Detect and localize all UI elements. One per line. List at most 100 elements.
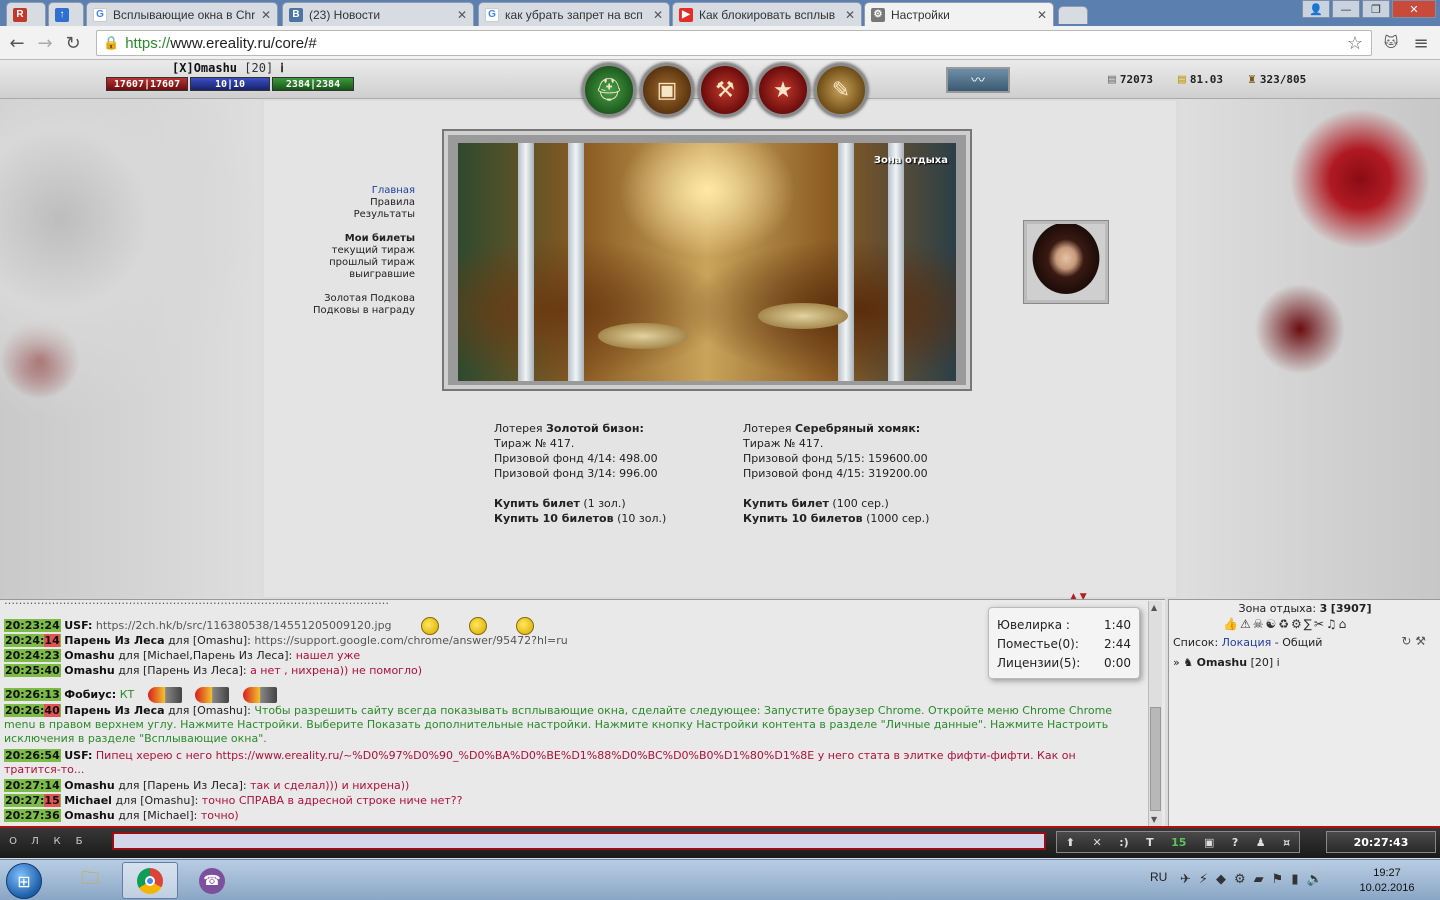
book-icon[interactable]: ✎ [814, 63, 868, 117]
tab-settings[interactable]: ⚙ Настройки ✕ [864, 2, 1054, 26]
silver-amount: ▤ 72073 [1108, 72, 1153, 87]
chrome-taskbar-icon[interactable] [122, 862, 178, 899]
chat-scroll-thumb[interactable] [1150, 707, 1161, 811]
user-icon[interactable]: ♟ [1256, 836, 1266, 849]
system-clock[interactable]: 19:27 10.02.2016 [1356, 866, 1418, 896]
buy-ticket-gold-button[interactable]: Купить билет [494, 497, 580, 510]
zone-header: Зона отдыха: 3 [3907] [1238, 602, 1372, 615]
bookmark-arrow-icon: ↑ [55, 7, 69, 22]
chat-scrollbar[interactable]: ▲ ▼ [1148, 601, 1162, 827]
user-list-item[interactable]: » ♞ Omashu [20] ⅰ [1173, 656, 1280, 669]
chat-line: 20:26:54 USF: Пипец херею с него https:/… [4, 749, 1076, 776]
minimize-button[interactable]: — [1332, 0, 1360, 18]
tab-close-icon[interactable]: ✕ [845, 8, 855, 22]
info-icon[interactable]: ⅰ [1277, 656, 1280, 669]
tab-bookmark-pinned[interactable]: ↑ [48, 2, 84, 26]
close-window-button[interactable]: ✕ [1392, 0, 1436, 18]
browser-toolbar: ← → ↻ 🔒 https:// www.ereality.ru/core/# … [0, 26, 1440, 60]
tools-icon[interactable]: ⚒ [698, 63, 752, 117]
smiley-gun-icon [147, 687, 182, 703]
tab-youtube[interactable]: ▶ Как блокировать всплыв ✕ [672, 2, 862, 26]
tab-close-icon[interactable]: ✕ [457, 8, 467, 22]
buy-10-tickets-gold-button[interactable]: Купить 10 билетов [494, 512, 614, 525]
clear-icon[interactable]: ✕ [1092, 836, 1101, 849]
menu-winning[interactable]: выигравшие [290, 269, 415, 281]
vk-icon: В [289, 7, 303, 22]
tab-ereality-pinned[interactable]: R [6, 2, 46, 26]
tray-icons[interactable]: ✈⚡◆⚙▰⚑▮🔊 [1180, 872, 1331, 887]
bookmark-star-icon[interactable]: ☆ [1347, 33, 1363, 54]
helmet-icon[interactable]: ⛑ [582, 63, 636, 117]
gear-icon: ⚙ [871, 7, 885, 22]
restore-button[interactable]: ❐ [1362, 0, 1390, 18]
chat-input[interactable] [112, 832, 1046, 850]
chat-line: 20:27:15 Michael для [Omashu]: точно СПР… [4, 794, 463, 807]
extension-cat-icon[interactable]: 🐱 [1380, 32, 1402, 54]
lottery-gold: Лотерея Золотой бизон: Тираж № 417. Приз… [494, 422, 667, 525]
expand-icon[interactable]: » [1173, 656, 1180, 669]
user-filter-icons[interactable]: 👍⚠☠☯♻⚙∑✂♫⌂ [1223, 617, 1348, 631]
npc-portrait[interactable] [1024, 221, 1108, 303]
chat-tools: ⬆ ✕ :) T 15 ▣ ? ♟ ¤ [1056, 831, 1300, 853]
ereality-favicon: R [13, 7, 27, 22]
tab-google-search[interactable]: G как убрать запрет на всп ✕ [478, 2, 670, 26]
menu-golden-horseshoe[interactable]: Золотая Подкова [290, 293, 415, 305]
user-profile-button[interactable]: 👤 [1302, 0, 1330, 18]
reload-button[interactable]: ↻ [62, 32, 84, 54]
right-decoration [1180, 99, 1440, 599]
menu-horseshoe-reward[interactable]: Подковы в награду [290, 305, 415, 317]
menu-previous-draw[interactable]: прошлый тираж [290, 257, 415, 269]
game-clock: 20:27:43 [1326, 831, 1436, 853]
smiles-icon[interactable]: :) [1119, 836, 1128, 849]
left-decoration [0, 99, 260, 599]
buy-ticket-silver-button[interactable]: Купить билет [743, 497, 829, 510]
list-location-link[interactable]: Локация [1222, 636, 1272, 649]
gold-coins-icon: ▤ [1178, 72, 1186, 87]
smiley-gun-icon [242, 687, 277, 703]
smiley-icon [421, 617, 440, 635]
browser-tabbar: R ↑ G Всплывающие окна в Chr ✕ В (23) Но… [0, 0, 1440, 26]
refresh-icon[interactable]: ↻ ⚒ [1401, 634, 1426, 648]
info-icon[interactable]: ⅰ [280, 61, 283, 75]
back-button[interactable]: ← [6, 32, 28, 54]
viber-icon[interactable]: ☎ [184, 862, 240, 899]
chat-line: 20:26:40 Парень Из Леса для [Omashu]: Чт… [4, 704, 1113, 745]
forward-button[interactable]: → [34, 32, 56, 54]
coins-icon[interactable]: ¤ [1283, 836, 1290, 849]
screenshot-icon[interactable]: ▣ [1204, 836, 1214, 849]
menu-main[interactable]: Главная [290, 185, 415, 197]
chat-line: 20:27:36 Omashu для [Michael]: точно) [4, 809, 239, 822]
tab-vk-news[interactable]: В (23) Новости ✕ [282, 2, 474, 26]
tab-popups-chrome[interactable]: G Всплывающие окна в Chr ✕ [86, 2, 278, 26]
menu-my-tickets: Мои билеты [344, 233, 415, 244]
address-bar[interactable]: 🔒 https:// www.ereality.ru/core/# ☆ [96, 30, 1372, 56]
tab-close-icon[interactable]: ✕ [653, 8, 663, 22]
tab-close-icon[interactable]: ✕ [261, 8, 271, 22]
lottery-silver: Лотерея Серебряный хомяк: Тираж № 417. П… [743, 422, 930, 525]
send-up-icon[interactable]: ⬆ [1066, 836, 1075, 849]
menu-results[interactable]: Результаты [290, 209, 415, 221]
wings-icon[interactable]: 〰 [946, 67, 1010, 93]
tab-close-icon[interactable]: ✕ [1037, 8, 1047, 22]
chat-line: 20:24:14 Парень Из Леса для [Omashu]: ht… [4, 634, 568, 647]
game-page: [X]Omashu [20] ⅰ 17607|17607 10|10 2384|… [0, 61, 1440, 859]
new-tab-button[interactable] [1058, 6, 1088, 24]
exp-bar: 2384|2384 [272, 77, 354, 91]
buy-10-tickets-silver-button[interactable]: Купить 10 билетов [743, 512, 863, 525]
gold-amount: ▤ 81.03 [1178, 72, 1223, 87]
player-name[interactable]: [X]Omashu [20] ⅰ [172, 61, 284, 75]
star-icon[interactable]: ★ [756, 63, 810, 117]
timers-popup: Ювелирка :1:40 Поместье(0): 2:44 Лицензии… [988, 607, 1140, 679]
chest-icon[interactable]: ▣ [640, 63, 694, 117]
language-indicator[interactable]: RU [1150, 870, 1167, 884]
chrome-menu-icon[interactable]: ≡ [1410, 32, 1432, 54]
google-icon: G [93, 7, 107, 22]
smiley-icon [468, 617, 487, 635]
smiley-gun-icon [195, 687, 230, 703]
menu-rules[interactable]: Правила [290, 197, 415, 209]
file-explorer-icon[interactable]: 🗀 [62, 862, 118, 899]
scroll-down-icon[interactable]: ▼ [1151, 815, 1157, 824]
menu-current-draw[interactable]: текущий тираж [290, 245, 415, 257]
windows-start-icon[interactable]: ⊞ [6, 863, 42, 899]
scroll-up-icon[interactable]: ▲ [1151, 603, 1157, 612]
